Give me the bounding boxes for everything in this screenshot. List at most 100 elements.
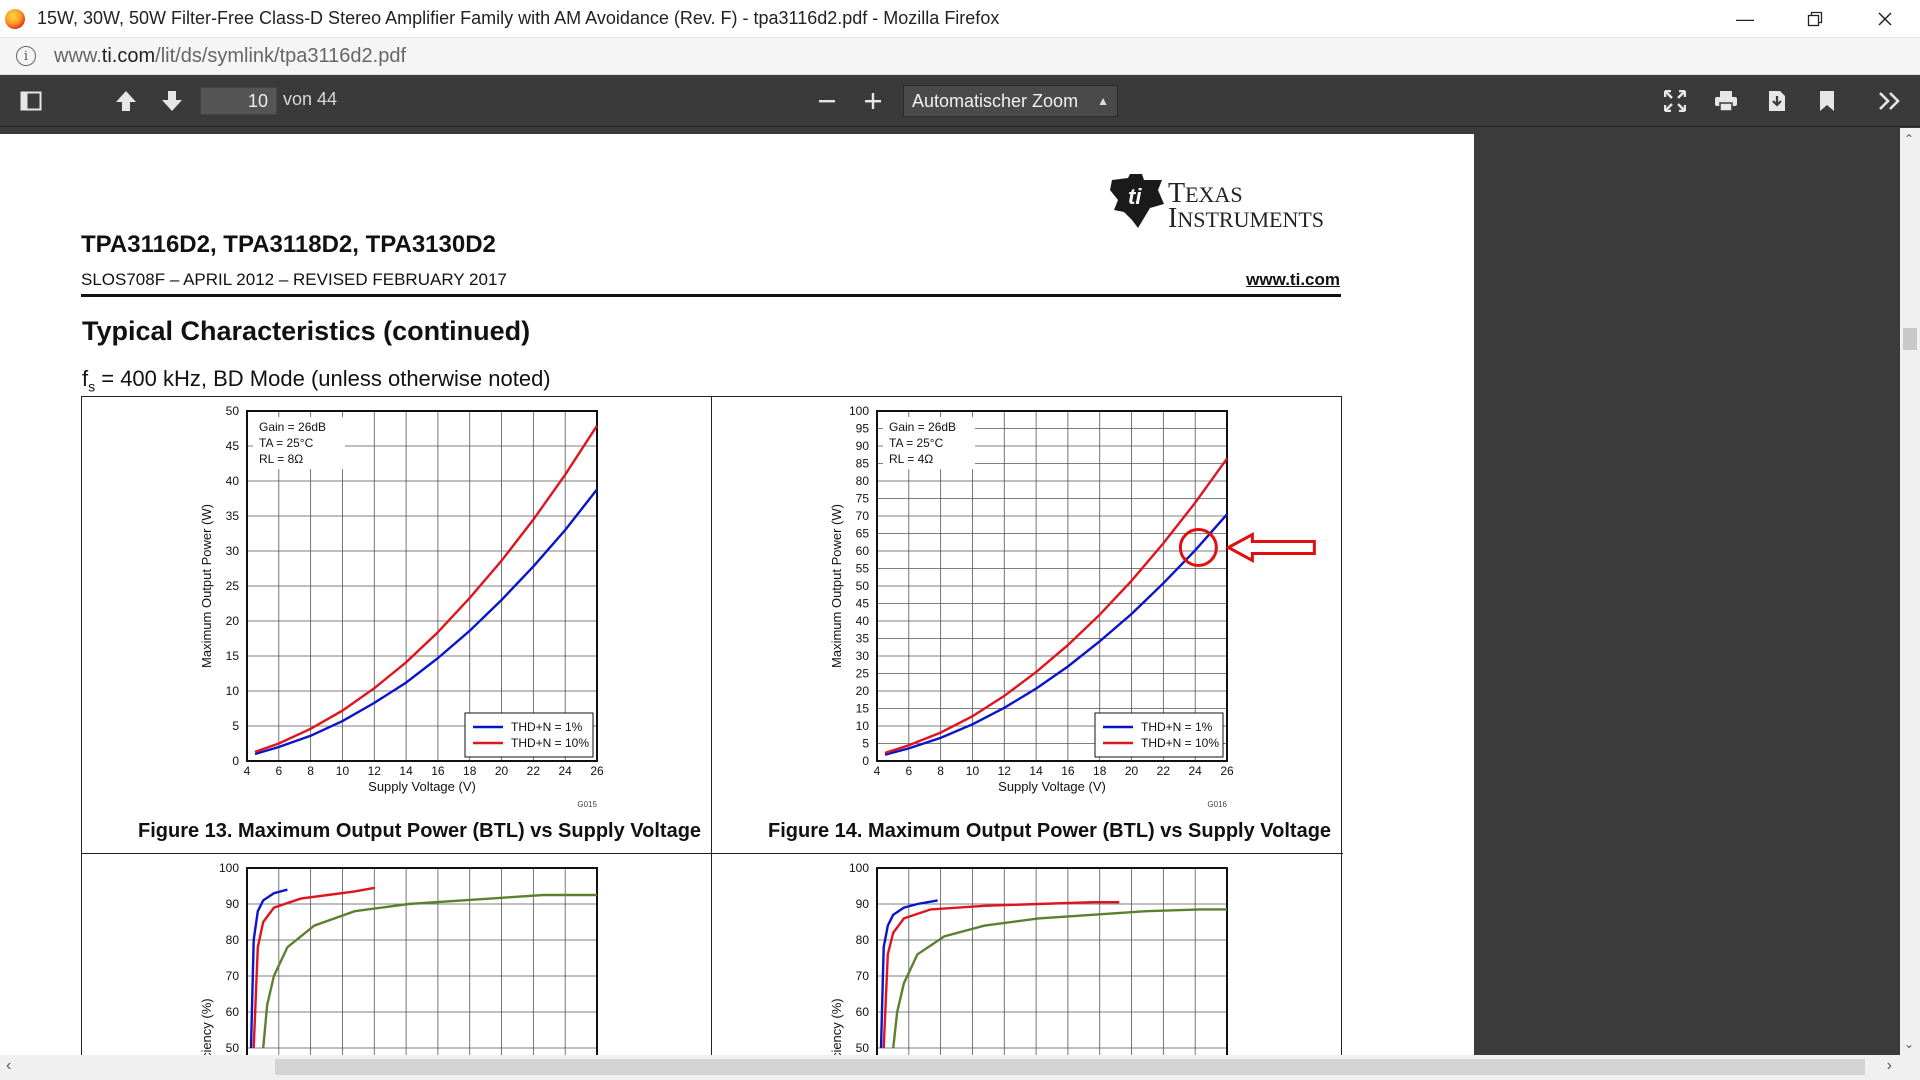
- pdf-toolbar: 10 von 44 Automatischer Zoom ▲: [0, 75, 1920, 127]
- y-tick-label: 30: [226, 544, 240, 558]
- test-conditions: fs = 400 kHz, BD Mode (unless otherwise …: [82, 366, 551, 395]
- presentation-mode-icon: [1664, 90, 1686, 112]
- close-button[interactable]: [1850, 0, 1920, 38]
- header-rule: [81, 294, 1341, 297]
- y-tick-label: 80: [856, 474, 870, 488]
- sidebar-toggle-icon: [20, 91, 42, 111]
- annotation-arrow-icon: [1225, 531, 1316, 564]
- x-tick-label: 26: [1220, 764, 1234, 778]
- restore-button[interactable]: [1780, 0, 1850, 38]
- zoom-out-icon: [819, 100, 835, 103]
- y-tick-label: 80: [856, 933, 870, 947]
- restore-icon: [1807, 11, 1823, 27]
- y-tick-label: 90: [856, 439, 870, 453]
- y-tick-label: 15: [226, 649, 240, 663]
- y-axis-label: Maximum Output Power (W): [199, 504, 214, 668]
- y-tick-label: 40: [856, 614, 870, 628]
- y-tick-label: 65: [856, 527, 870, 541]
- x-tick-label: 8: [937, 764, 944, 778]
- condition-text: Gain = 26dB: [259, 420, 326, 434]
- scroll-left-icon[interactable]: ‹: [6, 1057, 11, 1075]
- figure-14-chart: 4 6 8 10 12 14 16 18 20 22 24 26 0 5 10 15 20 25 30 35 40 45 5…: [829, 404, 1316, 809]
- zoom-select[interactable]: Automatischer Zoom ▲: [903, 85, 1118, 117]
- zoom-out-button[interactable]: [812, 75, 842, 127]
- url-text[interactable]: www.ti.com/lit/ds/symlink/tpa3116d2.pdf: [54, 45, 406, 68]
- x-tick-label: 6: [275, 764, 282, 778]
- x-tick-label: 26: [590, 764, 604, 778]
- document-title: TPA3116D2, TPA3118D2, TPA3130D2: [81, 231, 496, 258]
- y-tick-label: 35: [226, 509, 240, 523]
- download-button[interactable]: [1762, 75, 1792, 127]
- x-tick-label: 6: [905, 764, 912, 778]
- y-tick-label: 80: [226, 933, 240, 947]
- sidebar-toggle-button[interactable]: [14, 75, 48, 127]
- site-info-icon[interactable]: i: [16, 46, 36, 66]
- presentation-mode-button[interactable]: [1660, 75, 1690, 127]
- zoom-in-button[interactable]: [858, 75, 888, 127]
- y-tick-label: 70: [856, 969, 870, 983]
- vertical-scroll-thumb[interactable]: [1903, 328, 1917, 350]
- print-button[interactable]: [1710, 75, 1742, 127]
- legend-label: THD+N = 1%: [511, 720, 583, 734]
- pdf-viewer[interactable]: ti TEXAS INSTRUMENTS TPA3116D2, TPA3118D…: [0, 128, 1900, 1055]
- page-number-input[interactable]: 10: [200, 87, 277, 115]
- svg-text:ti: ti: [1128, 184, 1142, 209]
- window-title: 15W, 30W, 50W Filter-Free Class-D Stereo…: [37, 8, 1000, 28]
- y-tick-label: 90: [856, 897, 870, 911]
- horizontal-scrollbar[interactable]: ‹ ›: [0, 1055, 1920, 1080]
- firefox-logo-icon: [5, 8, 25, 29]
- scroll-down-icon[interactable]: ⌄: [1904, 1037, 1914, 1051]
- vertical-scrollbar[interactable]: ⌃ ⌄: [1900, 128, 1920, 1055]
- y-tick-label: 50: [226, 404, 240, 418]
- y-tick-label: 30: [856, 649, 870, 663]
- figure-grid: 4 6 8 10 12 14 16 18 20 22 24 26 0 5 10 15 20 25 30 35 40 45 5…: [81, 396, 1343, 1055]
- y-tick-label: 75: [856, 492, 870, 506]
- y-tick-label: 50: [856, 1041, 870, 1055]
- y-tick-label: 50: [856, 579, 870, 593]
- x-tick-label: 12: [368, 764, 382, 778]
- figure-15-chart: 50 60 70 80 90 100 Efficiency (%): [199, 861, 598, 1055]
- figure-code: G015: [577, 800, 597, 809]
- condition-text: RL = 4Ω: [889, 452, 933, 466]
- x-tick-label: 22: [527, 764, 541, 778]
- ti-state-icon: ti: [1110, 174, 1164, 228]
- ti-logo: ti TEXAS INSTRUMENTS: [1108, 174, 1348, 234]
- plot-frame: [876, 867, 1228, 1055]
- x-tick-label: 12: [998, 764, 1012, 778]
- x-tick-label: 4: [244, 764, 251, 778]
- y-tick-label: 10: [226, 684, 240, 698]
- y-tick-label: 20: [226, 614, 240, 628]
- y-axis-label: Efficiency (%): [829, 998, 844, 1055]
- website-link[interactable]: www.ti.com: [1246, 270, 1340, 290]
- previous-page-button[interactable]: [110, 75, 142, 127]
- tools-button[interactable]: [1874, 75, 1906, 127]
- next-page-button[interactable]: [156, 75, 188, 127]
- x-tick-label: 22: [1157, 764, 1171, 778]
- x-axis-label: Supply Voltage (V): [368, 779, 476, 794]
- x-tick-label: 18: [463, 764, 477, 778]
- url-bar[interactable]: i www.ti.com/lit/ds/symlink/tpa3116d2.pd…: [0, 38, 1920, 75]
- scroll-right-icon[interactable]: ›: [1887, 1057, 1892, 1075]
- y-tick-label: 5: [862, 737, 869, 751]
- x-tick-label: 18: [1093, 764, 1107, 778]
- y-tick-label: 10: [856, 719, 870, 733]
- series-line-3: [262, 893, 597, 1049]
- y-tick-label: 0: [232, 754, 239, 768]
- y-tick-label: 45: [856, 597, 870, 611]
- y-tick-label: 55: [856, 562, 870, 576]
- y-tick-label: 70: [856, 509, 870, 523]
- figure-14-caption: Figure 14. Maximum Output Power (BTL) vs…: [768, 820, 1332, 842]
- horizontal-scroll-thumb[interactable]: [275, 1059, 1865, 1075]
- select-arrows-icon: ▲: [1097, 94, 1109, 108]
- bookmark-button[interactable]: [1812, 75, 1842, 127]
- scroll-up-icon[interactable]: ⌃: [1904, 132, 1914, 146]
- tools-icon: [1879, 92, 1900, 110]
- document-revision: SLOS708F – APRIL 2012 – REVISED FEBRUARY…: [81, 270, 507, 289]
- x-tick-label: 24: [1189, 764, 1203, 778]
- minimize-button[interactable]: —: [1710, 0, 1780, 38]
- x-tick-label: 14: [399, 764, 413, 778]
- y-tick-label: 100: [219, 861, 239, 875]
- y-axis-label: Efficiency (%): [199, 998, 214, 1055]
- window-titlebar: 15W, 30W, 50W Filter-Free Class-D Stereo…: [0, 0, 1920, 38]
- y-tick-label: 50: [226, 1041, 240, 1055]
